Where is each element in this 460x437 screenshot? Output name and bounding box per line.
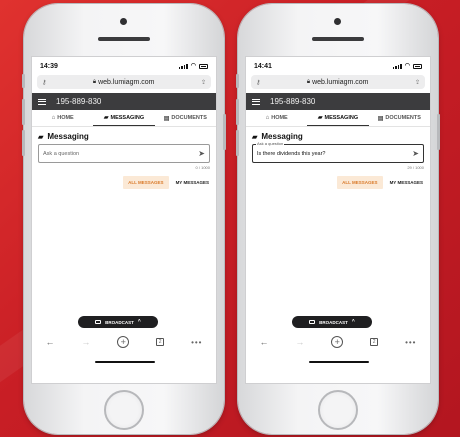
signal-icon	[392, 63, 402, 69]
screen: 14:39 ◠ ⚷ 🔒︎ web.lumiagm.com ⇪ 195-889-8…	[31, 56, 217, 384]
documents-icon: ▤	[163, 115, 170, 122]
tab-bar: ⌂ HOME ▰ MESSAGING ▤ DOCUMENTS	[246, 110, 430, 127]
url-text[interactable]: web.lumiagm.com	[98, 79, 154, 86]
tab-home-label: HOME	[271, 115, 288, 121]
tab-documents[interactable]: ▤ DOCUMENTS	[155, 110, 216, 126]
messaging-icon: ▰	[103, 115, 109, 121]
all-messages-button[interactable]: ALL MESSAGES	[337, 176, 383, 189]
home-button[interactable]	[318, 390, 358, 430]
question-value: Is there dividends this year?	[257, 150, 326, 157]
key-icon[interactable]: ⚷	[256, 79, 260, 86]
question-placeholder: Ask a question	[43, 150, 80, 157]
browser-toolbar: ← → + 2 •••	[246, 331, 430, 353]
question-input[interactable]: Ask a question Is there dividends this y…	[252, 141, 424, 163]
home-indicator	[95, 361, 155, 363]
browser-toolbar: ← → + 2 •••	[32, 331, 216, 353]
tab-messaging[interactable]: ▰ MESSAGING	[307, 110, 369, 126]
home-button[interactable]	[104, 390, 144, 430]
phone-right: 14:41 ◠ ⚷ 🔒︎ web.lumiagm.com ⇪ 195-889-8…	[236, 4, 440, 434]
share-icon[interactable]: ⇪	[415, 79, 420, 86]
signal-icon	[178, 63, 188, 69]
tabs-icon[interactable]: 2	[156, 338, 165, 346]
wifi-icon: ◠	[190, 63, 196, 69]
meeting-id: 195-889-830	[56, 97, 102, 106]
section-title-text: Messaging	[261, 132, 303, 141]
new-tab-icon[interactable]: +	[117, 336, 130, 348]
chevron-up-icon: ^	[137, 319, 141, 325]
status-time: 14:41	[254, 62, 272, 70]
home-icon: ⌂	[265, 115, 270, 121]
cast-icon	[309, 320, 316, 324]
earpiece	[98, 37, 150, 41]
message-filters: ALL MESSAGES MY MESSAGES	[249, 176, 427, 189]
question-floating-label: Ask a question	[256, 141, 285, 146]
url-text[interactable]: web.lumiagm.com	[312, 79, 368, 86]
broadcast-button[interactable]: BROADCAST ^	[78, 316, 158, 328]
tab-bar: ⌂ HOME ▰ MESSAGING ▤ DOCUMENTS	[32, 110, 216, 127]
share-icon[interactable]: ⇪	[201, 79, 206, 86]
screen: 14:41 ◠ ⚷ 🔒︎ web.lumiagm.com ⇪ 195-889-8…	[245, 56, 431, 384]
back-icon[interactable]: ←	[259, 337, 268, 347]
character-counter: 0 / 1000	[195, 165, 210, 170]
section-title-text: Messaging	[47, 132, 89, 141]
front-camera	[334, 18, 341, 25]
messaging-icon: ▰	[317, 115, 323, 121]
tab-messaging[interactable]: ▰ MESSAGING	[93, 110, 155, 126]
cast-icon	[95, 320, 102, 324]
documents-icon: ▤	[377, 115, 384, 122]
tab-home[interactable]: ⌂ HOME	[32, 110, 93, 126]
front-camera	[120, 18, 127, 25]
message-filters: ALL MESSAGES MY MESSAGES	[35, 176, 213, 189]
url-bar[interactable]: ⚷ 🔒︎ web.lumiagm.com ⇪	[37, 75, 211, 89]
phone-left: 14:39 ◠ ⚷ 🔒︎ web.lumiagm.com ⇪ 195-889-8…	[22, 4, 226, 434]
section-title: ▰ Messaging	[38, 132, 210, 141]
meeting-id: 195-889-830	[270, 97, 316, 106]
all-messages-button[interactable]: ALL MESSAGES	[123, 176, 169, 189]
character-counter: 29 / 1000	[407, 165, 424, 170]
lock-icon: 🔒︎	[92, 78, 97, 85]
send-icon[interactable]: ➤	[412, 149, 419, 158]
forward-icon[interactable]: →	[81, 337, 90, 347]
send-icon[interactable]: ➤	[198, 149, 205, 158]
tab-messaging-label: MESSAGING	[110, 114, 145, 121]
hamburger-menu-icon[interactable]	[252, 98, 260, 105]
tab-documents-label: DOCUMENTS	[171, 115, 207, 121]
chat-icon: ▰	[252, 133, 258, 141]
url-bar[interactable]: ⚷ 🔒︎ web.lumiagm.com ⇪	[251, 75, 425, 89]
key-icon[interactable]: ⚷	[42, 79, 46, 86]
battery-icon	[413, 63, 422, 69]
my-messages-button[interactable]: MY MESSAGES	[386, 176, 427, 189]
home-icon: ⌂	[51, 115, 56, 121]
status-bar: 14:39 ◠	[32, 57, 216, 75]
wifi-icon: ◠	[404, 63, 410, 69]
broadcast-button[interactable]: BROADCAST ^	[292, 316, 372, 328]
broadcast-label: BROADCAST	[105, 319, 134, 325]
tabs-icon[interactable]: 2	[370, 338, 379, 346]
broadcast-label: BROADCAST	[319, 319, 348, 325]
more-icon[interactable]: •••	[405, 338, 416, 347]
lock-icon: 🔒︎	[306, 78, 311, 85]
tab-home[interactable]: ⌂ HOME	[246, 110, 307, 126]
home-indicator	[309, 361, 369, 363]
chat-icon: ▰	[38, 133, 44, 141]
back-icon[interactable]: ←	[45, 337, 54, 347]
tab-documents-label: DOCUMENTS	[385, 115, 421, 121]
forward-icon[interactable]: →	[295, 337, 304, 347]
my-messages-button[interactable]: MY MESSAGES	[172, 176, 213, 189]
tab-messaging-label: MESSAGING	[324, 114, 359, 121]
earpiece	[312, 37, 364, 41]
question-input[interactable]: Ask a question ➤	[38, 144, 210, 163]
tab-home-label: HOME	[57, 115, 74, 121]
chevron-up-icon: ^	[351, 319, 355, 325]
tab-documents[interactable]: ▤ DOCUMENTS	[369, 110, 430, 126]
app-header: 195-889-830	[32, 93, 216, 110]
status-bar: 14:41 ◠	[246, 57, 430, 75]
status-time: 14:39	[40, 62, 58, 70]
hamburger-menu-icon[interactable]	[38, 98, 46, 105]
battery-icon	[199, 63, 208, 69]
more-icon[interactable]: •••	[191, 338, 202, 347]
section-title: ▰ Messaging	[252, 132, 424, 141]
app-header: 195-889-830	[246, 93, 430, 110]
new-tab-icon[interactable]: +	[331, 336, 344, 348]
